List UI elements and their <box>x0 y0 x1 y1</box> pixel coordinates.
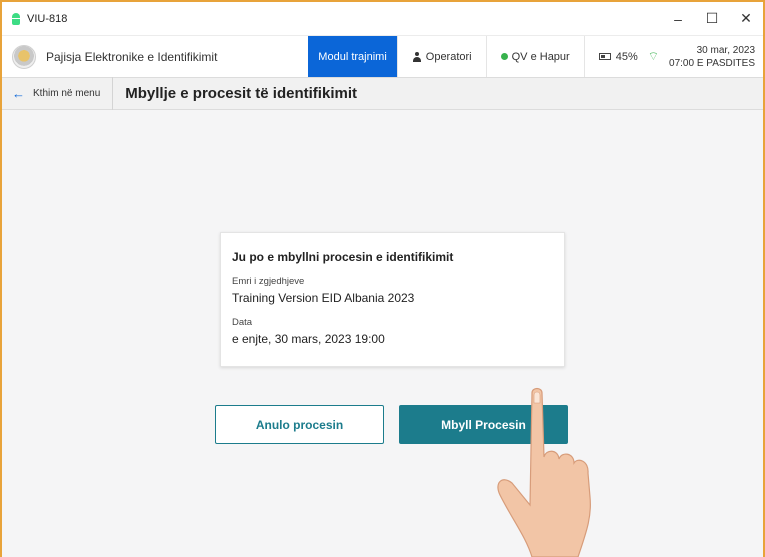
election-name-value: Training Version EID Albania 2023 <box>232 291 415 305</box>
back-to-menu-button[interactable]: ← Kthim në menu <box>2 77 114 110</box>
window-titlebar: VIU-818 – ☐ ✕ <box>2 2 763 35</box>
wifi-icon: ⌔ <box>647 49 660 63</box>
app-header: Pajisja Elektronike e Identifikimit Modu… <box>2 35 763 78</box>
window-controls: – ☐ ✕ <box>661 2 763 35</box>
battery-icon <box>598 53 611 60</box>
android-icon <box>10 12 22 25</box>
app-title: Pajisja Elektronike e Identifikimit <box>46 49 218 64</box>
date-text: 30 mar, 2023 <box>696 44 755 56</box>
device-status: 45% ⌔ 30 mar, 2023 07:00 E PASDITES <box>583 35 763 78</box>
operator-menu[interactable]: Operatori <box>396 35 486 78</box>
date-label: Data <box>232 317 253 328</box>
date-time: 30 mar, 2023 07:00 E PASDITES <box>669 44 755 70</box>
election-name-label: Emri i zgjedhjeve <box>232 276 305 287</box>
window-title: VIU-818 <box>27 12 68 25</box>
back-label: Kthim në menu <box>33 88 101 99</box>
pointing-hand-image <box>497 387 591 557</box>
card-title: Ju po e mbyllni procesin e identifikimit <box>232 250 454 264</box>
person-icon <box>412 51 422 62</box>
status-dot-icon <box>500 53 508 60</box>
process-summary-card: Ju po e mbyllni procesin e identifikimit… <box>220 232 565 367</box>
app-window-frame: VIU-818 – ☐ ✕ Pajisja Elektronike e Iden… <box>0 0 765 557</box>
back-arrow-icon: ← <box>12 86 25 101</box>
battery-level: 45% <box>615 50 638 63</box>
minimize-button[interactable]: – <box>661 2 695 35</box>
main-content: Ju po e mbyllni procesin e identifikimit… <box>2 110 763 557</box>
time-text: 07:00 E PASDITES <box>669 57 755 69</box>
page-nav-bar: ← Kthim në menu Mbyllje e procesit të id… <box>2 77 763 110</box>
logo-emblem <box>12 44 36 69</box>
training-mode-badge: Modul trajnimi <box>308 35 397 78</box>
date-value: e enjte, 30 mars, 2023 19:00 <box>232 332 385 346</box>
close-window-button[interactable]: ✕ <box>729 2 763 35</box>
maximize-button[interactable]: ☐ <box>695 2 729 35</box>
status-label: QV e Hapur <box>511 50 570 63</box>
page-title: Mbyllje e procesit të identifikimit <box>125 85 357 102</box>
cancel-process-button[interactable]: Anulo procesin <box>215 405 384 444</box>
polling-station-status: QV e Hapur <box>485 35 584 78</box>
operator-label: Operatori <box>425 50 472 63</box>
